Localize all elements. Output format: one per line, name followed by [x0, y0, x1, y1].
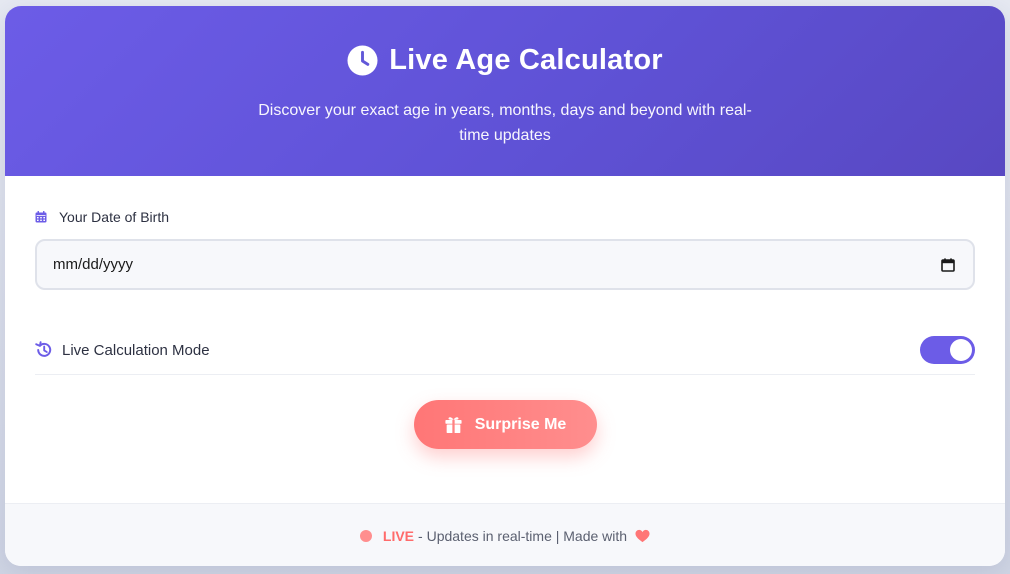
gift-icon [444, 415, 463, 434]
history-icon [35, 341, 53, 359]
age-calculator-card: Live Age Calculator Discover your exact … [5, 6, 1005, 566]
calendar-picker-icon[interactable] [941, 257, 955, 272]
calendar-icon [35, 211, 47, 223]
surprise-button-wrap: Surprise Me [35, 400, 975, 449]
title-row: Live Age Calculator [5, 43, 1005, 77]
form-section: Your Date of Birth mm/dd/yyyy Live Calcu… [5, 176, 1005, 503]
live-mode-row: Live Calculation Mode [35, 330, 975, 375]
page-subtitle: Discover your exact age in years, months… [258, 102, 752, 144]
surprise-me-label: Surprise Me [474, 415, 567, 433]
surprise-me-button[interactable]: Surprise Me [413, 400, 597, 449]
footer-text: - Updates in real-time | Made with [418, 528, 628, 544]
page-title: Live Age Calculator [389, 43, 663, 76]
birth-date-value: mm/dd/yyyy [53, 256, 134, 273]
heart-icon [635, 529, 650, 543]
header: Live Age Calculator Discover your exact … [5, 6, 1005, 176]
birth-date-label-row: Your Date of Birth [35, 206, 975, 228]
clock-icon [347, 44, 378, 76]
live-badge: LIVE [382, 528, 415, 544]
live-mode-toggle[interactable] [920, 336, 975, 364]
live-mode-label-group: Live Calculation Mode [35, 341, 210, 359]
live-indicator-dot [359, 530, 372, 542]
footer: LIVE - Updates in real-time | Made with [5, 503, 1005, 566]
birth-date-input[interactable]: mm/dd/yyyy [35, 239, 975, 290]
live-mode-label: Live Calculation Mode [62, 341, 210, 359]
birth-date-label: Your Date of Birth [59, 209, 169, 225]
toggle-knob [950, 339, 972, 361]
